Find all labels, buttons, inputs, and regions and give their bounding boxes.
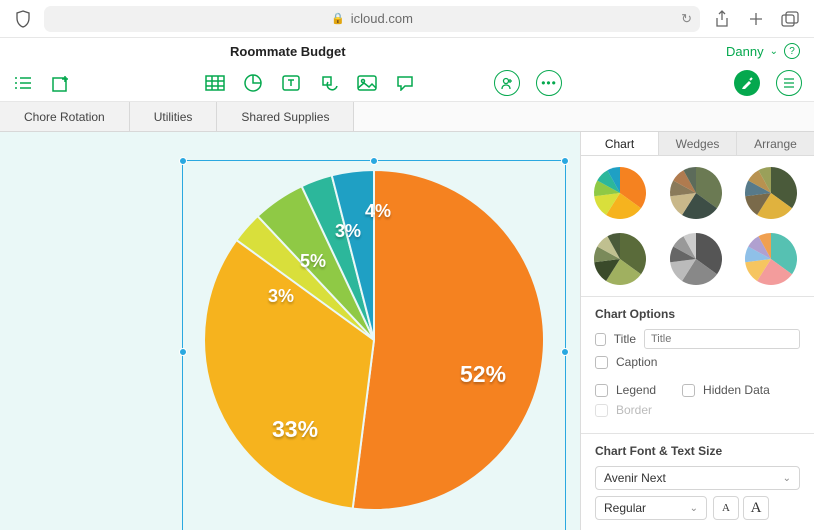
address-text: icloud.com [351, 11, 413, 26]
insert-shape-icon[interactable] [318, 72, 340, 94]
format-icon[interactable] [734, 70, 760, 96]
privacy-shield-icon[interactable] [14, 10, 32, 28]
chart-style-option[interactable] [593, 232, 647, 286]
resize-handle[interactable] [179, 348, 187, 356]
new-tab-icon[interactable] [746, 9, 766, 29]
sheet-tab[interactable]: Chore Rotation [0, 102, 130, 131]
sheet-tab-blank[interactable] [354, 102, 814, 131]
tab-arrange[interactable]: Arrange [737, 132, 814, 155]
pie-slice-label: 3% [335, 221, 361, 242]
chevron-down-icon[interactable]: ⌄ [770, 46, 778, 57]
chart-styles-grid [581, 156, 814, 297]
user-menu[interactable]: Danny [726, 44, 764, 59]
tab-chart[interactable]: Chart [581, 132, 659, 155]
resize-handle[interactable] [370, 157, 378, 165]
tabs-icon[interactable] [780, 9, 800, 29]
insert-comment-icon[interactable] [394, 72, 416, 94]
chart-title-input[interactable] [644, 329, 800, 349]
insert-text-icon[interactable] [280, 72, 302, 94]
view-list-icon[interactable] [12, 72, 34, 94]
legend-checkbox[interactable] [595, 384, 608, 397]
app-title-bar: Roommate Budget Danny ⌄ ? [0, 38, 814, 64]
font-family-select[interactable]: Avenir Next ⌄ [595, 466, 800, 490]
chart-style-option[interactable] [593, 166, 647, 220]
insert-media-icon[interactable] [356, 72, 378, 94]
resize-handle[interactable] [561, 157, 569, 165]
chart-style-option[interactable] [669, 166, 723, 220]
address-bar[interactable]: 🔒 icloud.com ↻ [44, 6, 700, 32]
more-icon[interactable]: ••• [536, 70, 562, 96]
insert-table-icon[interactable] [204, 72, 226, 94]
font-size-decrease[interactable]: A [713, 496, 739, 520]
organize-icon[interactable] [776, 70, 802, 96]
caption-label: Caption [616, 355, 657, 369]
legend-label: Legend [616, 383, 656, 397]
browser-toolbar: 🔒 icloud.com ↻ [0, 0, 814, 38]
border-label: Border [616, 403, 652, 417]
share-icon[interactable] [712, 9, 732, 29]
pie-chart[interactable]: 52%33%3%5%3%4% [200, 166, 548, 514]
insert-chart-icon[interactable] [242, 72, 264, 94]
help-icon[interactable]: ? [784, 43, 800, 59]
chevron-down-icon: ⌄ [690, 503, 698, 514]
format-inspector: Chart Wedges Arrange Chart Options Title… [580, 132, 814, 530]
chart-style-option[interactable] [669, 232, 723, 286]
section-header: Chart Options [595, 307, 800, 321]
collaborate-icon[interactable] [494, 70, 520, 96]
sheet-tab[interactable]: Shared Supplies [217, 102, 354, 131]
add-sheet-icon[interactable] [50, 72, 72, 94]
lock-icon: 🔒 [331, 12, 345, 25]
chart-options-section: Chart Options Title Caption Legend Hidde… [581, 297, 814, 434]
sheet-tabs: Chore Rotation Utilities Shared Supplies [0, 102, 814, 132]
caption-checkbox[interactable] [595, 356, 608, 369]
pie-slice-label: 5% [300, 251, 326, 272]
app-toolbar: ••• [0, 64, 814, 102]
chart-font-section: Chart Font & Text Size Avenir Next ⌄ Reg… [581, 434, 814, 530]
pie-slice-label: 52% [460, 361, 506, 388]
resize-handle[interactable] [561, 348, 569, 356]
tab-wedges[interactable]: Wedges [659, 132, 737, 155]
pie-slice-label: 3% [268, 286, 294, 307]
chart-style-option[interactable] [744, 232, 798, 286]
reload-icon[interactable]: ↻ [681, 11, 692, 27]
chevron-down-icon: ⌄ [783, 473, 791, 484]
inspector-tabs: Chart Wedges Arrange [581, 132, 814, 156]
document-title: Roommate Budget [230, 44, 346, 59]
border-checkbox [595, 404, 608, 417]
title-checkbox[interactable] [595, 333, 606, 346]
pie-slice-label: 33% [272, 416, 318, 443]
font-weight-select[interactable]: Regular ⌄ [595, 496, 707, 520]
hidden-data-label: Hidden Data [703, 383, 770, 397]
sheet-tab[interactable]: Utilities [130, 102, 218, 131]
section-header: Chart Font & Text Size [595, 444, 800, 458]
chart-style-option[interactable] [744, 166, 798, 220]
hidden-data-checkbox[interactable] [682, 384, 695, 397]
title-label: Title [614, 332, 636, 346]
browser-actions [712, 9, 800, 29]
pie-slice-label: 4% [365, 201, 391, 222]
resize-handle[interactable] [179, 157, 187, 165]
font-size-increase[interactable]: A [743, 496, 769, 520]
spreadsheet-canvas[interactable]: 52%33%3%5%3%4% [0, 132, 580, 530]
